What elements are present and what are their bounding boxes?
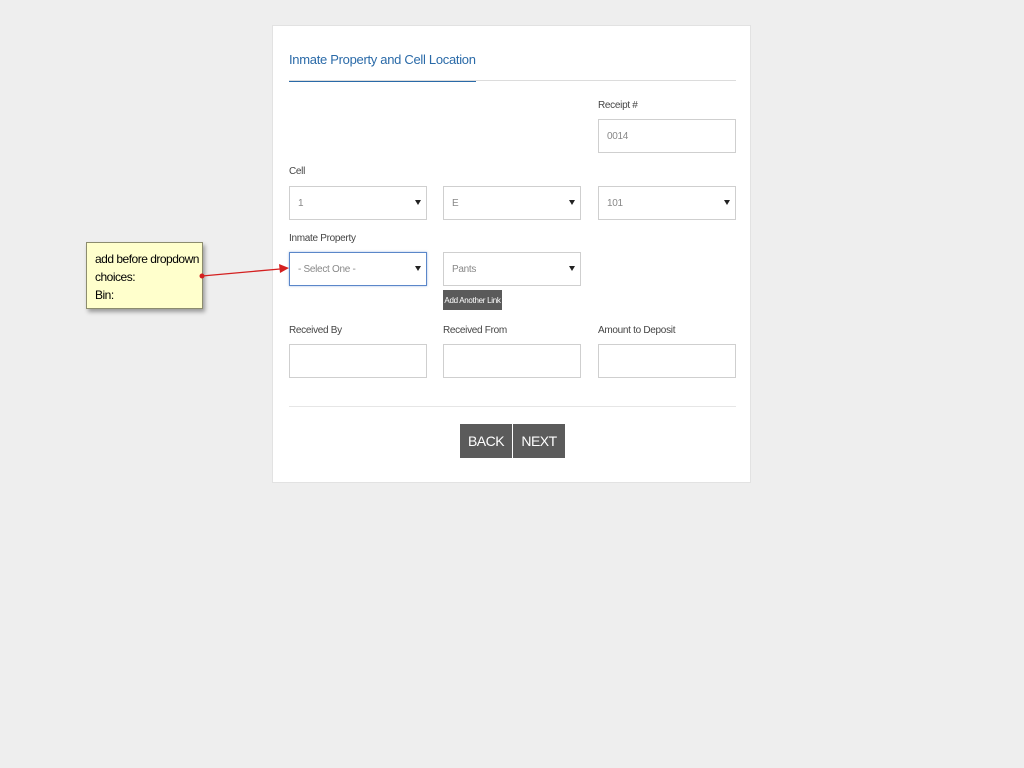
chevron-down-icon bbox=[724, 200, 730, 205]
cell-select-2-value: E bbox=[452, 197, 459, 209]
received-from-label: Received From bbox=[443, 325, 507, 336]
footer-divider bbox=[289, 406, 736, 407]
cell-select-3[interactable]: 101 bbox=[598, 186, 736, 220]
amount-to-deposit-label: Amount to Deposit bbox=[598, 325, 676, 336]
annotation-note: add before dropdown choices: Bin: bbox=[86, 242, 203, 309]
received-from-input[interactable] bbox=[443, 344, 581, 378]
received-by-input[interactable] bbox=[289, 344, 427, 378]
cell-select-1-value: 1 bbox=[298, 197, 304, 209]
chevron-down-icon bbox=[569, 200, 575, 205]
add-another-link-button[interactable]: Add Another Link bbox=[443, 290, 502, 310]
chevron-down-icon bbox=[415, 266, 421, 271]
cell-label: Cell bbox=[289, 166, 306, 177]
back-button[interactable]: BACK bbox=[460, 424, 512, 458]
inmate-property-label: Inmate Property bbox=[289, 233, 356, 244]
annotation-line: choices: bbox=[95, 270, 136, 284]
property-item-select[interactable]: Pants bbox=[443, 252, 581, 286]
receipt-input[interactable]: 0014 bbox=[598, 119, 736, 153]
annotation-line: add before dropdown bbox=[95, 252, 199, 266]
title-divider bbox=[289, 80, 736, 81]
amount-to-deposit-input[interactable] bbox=[598, 344, 736, 378]
received-by-label: Received By bbox=[289, 325, 342, 336]
receipt-value: 0014 bbox=[607, 130, 629, 142]
property-category-select[interactable]: - Select One - bbox=[289, 252, 427, 286]
cell-select-2[interactable]: E bbox=[443, 186, 581, 220]
cell-select-1[interactable]: 1 bbox=[289, 186, 427, 220]
chevron-down-icon bbox=[569, 266, 575, 271]
form-card: Inmate Property and Cell Location Receip… bbox=[272, 25, 751, 483]
annotation-line: Bin: bbox=[95, 288, 114, 302]
property-category-value: - Select One - bbox=[298, 263, 356, 275]
annotation-arrow-line bbox=[201, 268, 281, 277]
cell-select-3-value: 101 bbox=[607, 197, 623, 209]
receipt-label: Receipt # bbox=[598, 100, 638, 111]
chevron-down-icon bbox=[415, 200, 421, 205]
form-title[interactable]: Inmate Property and Cell Location bbox=[289, 52, 476, 82]
property-item-value: Pants bbox=[452, 263, 477, 275]
next-button[interactable]: NEXT bbox=[513, 424, 565, 458]
